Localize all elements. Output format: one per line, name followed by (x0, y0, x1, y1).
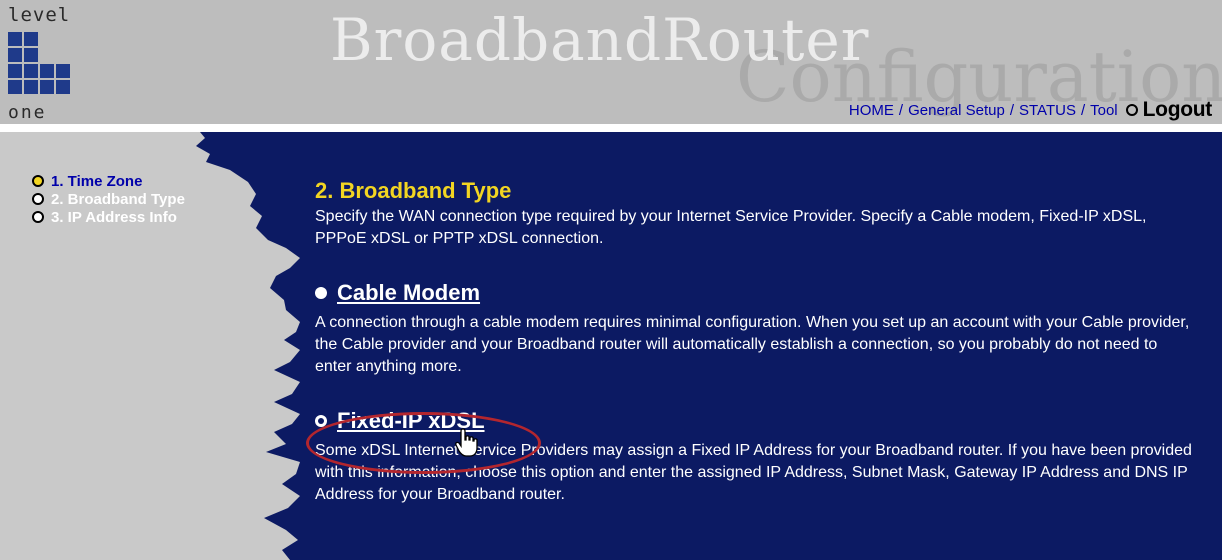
header: level one Configuration BroadbandRouter … (0, 0, 1222, 124)
nav-tool-link[interactable]: Tool (1090, 102, 1118, 119)
sidebar-item-time-zone[interactable]: 1. Time Zone (32, 172, 185, 190)
top-navigation: HOME / General Setup / STATUS / Tool Log… (849, 98, 1212, 122)
nav-general-setup-link[interactable]: General Setup (908, 102, 1005, 119)
logo-grid-icon (8, 32, 70, 98)
nav-separator: / (1009, 101, 1014, 119)
hand-pointer-icon (455, 428, 478, 457)
sidebar-item-broadband-type[interactable]: 2. Broadband Type (32, 190, 185, 208)
main-area: 1. Time Zone 2. Broadband Type 3. IP Add… (0, 132, 1222, 560)
cable-modem-link[interactable]: Cable Modem (337, 280, 480, 306)
sidebar-item-label: 1. Time Zone (51, 172, 143, 190)
cable-modem-description: A connection through a cable modem requi… (315, 314, 1190, 375)
section-intro: Specify the WAN connection type required… (315, 208, 1147, 247)
levelone-logo: level one (6, 4, 88, 123)
radio-circle-icon (32, 175, 44, 187)
nav-separator: / (898, 101, 904, 119)
nav-separator: / (1080, 101, 1086, 119)
brand-title: BroadbandRouter (330, 6, 870, 74)
radio-circle-icon (32, 193, 44, 205)
cable-modem-radio[interactable] (315, 287, 327, 299)
radio-circle-icon (32, 211, 44, 223)
nav-status-link[interactable]: STATUS (1019, 102, 1076, 119)
sidebar-item-ip-address-info[interactable]: 3. IP Address Info (32, 208, 185, 226)
sidebar-item-label: 2. Broadband Type (51, 190, 185, 208)
section-heading: 2. Broadband Type (315, 178, 512, 203)
sidebar-menu: 1. Time Zone 2. Broadband Type 3. IP Add… (32, 172, 185, 226)
header-divider (0, 124, 1222, 132)
logo-text-top: level (8, 4, 71, 26)
option-cable-modem: Cable Modem A connection through a cable… (315, 280, 1195, 378)
logout-link[interactable]: Logout (1143, 98, 1213, 122)
sidebar-item-label: 3. IP Address Info (51, 208, 177, 226)
nav-home-link[interactable]: HOME (849, 102, 894, 119)
selection-highlight-ellipse (306, 412, 541, 474)
logout-circle-icon (1125, 104, 1138, 116)
logo-text-bottom: one (8, 102, 47, 123)
